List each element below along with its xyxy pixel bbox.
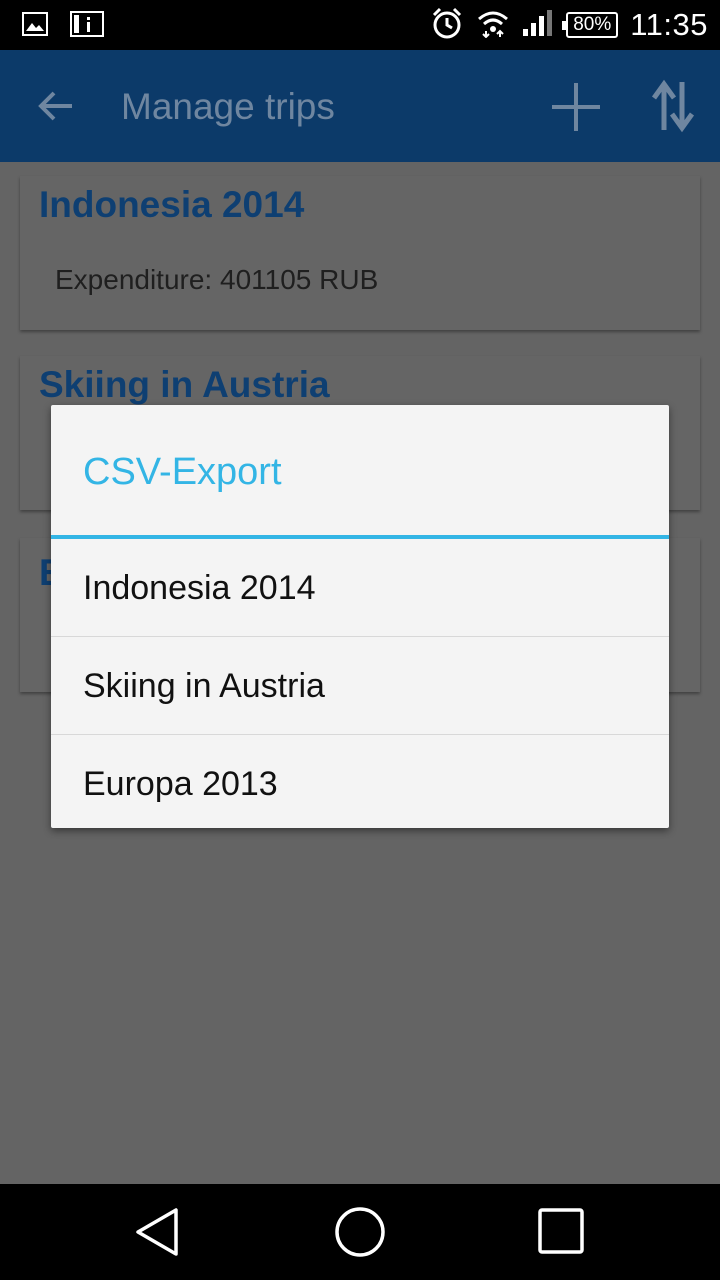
status-indicators: 80% 11:35	[430, 0, 708, 50]
dialog-item-label: Indonesia 2014	[83, 569, 316, 607]
trip-expenditure: Expenditure: 401105 RUB	[55, 264, 379, 295]
notification-icons	[22, 11, 104, 42]
wifi-icon	[476, 8, 510, 43]
status-clock: 11:35	[630, 7, 708, 42]
sort-arrows-icon[interactable]	[650, 78, 696, 134]
app-bar: Manage trips	[0, 50, 720, 162]
plus-icon[interactable]	[550, 81, 602, 133]
dialog-title: CSV-Export	[83, 451, 282, 493]
battery-icon: 80%	[562, 12, 619, 38]
dialog-item-skiing-in-austria[interactable]: Skiing in Austria	[51, 637, 669, 735]
trip-name: Skiing in Austria	[39, 364, 330, 405]
home-circle-icon[interactable]	[334, 1206, 386, 1258]
signal-icon	[522, 9, 554, 42]
back-triangle-icon[interactable]	[132, 1206, 184, 1258]
recents-square-icon[interactable]	[536, 1206, 588, 1258]
navigation-bar	[0, 1184, 720, 1280]
arrow-back-icon[interactable]	[36, 86, 76, 126]
trip-card[interactable]: Indonesia 2014 Expenditure: 401105 RUB	[20, 176, 700, 330]
alarm-icon	[430, 6, 464, 45]
page-title: Manage trips	[121, 86, 335, 127]
trip-name: Indonesia 2014	[39, 184, 305, 225]
csv-export-dialog: CSV-Export Indonesia 2014 Skiing in Aust…	[51, 405, 669, 828]
image-notification-icon	[22, 12, 48, 41]
dialog-item-indonesia-2014[interactable]: Indonesia 2014	[51, 539, 669, 637]
dialog-item-label: Europa 2013	[83, 765, 278, 803]
dialog-item-label: Skiing in Austria	[83, 667, 325, 705]
status-bar: 80% 11:35	[0, 0, 720, 50]
dialog-item-europa-2013[interactable]: Europa 2013	[51, 735, 669, 833]
info-notification-icon	[70, 11, 104, 42]
